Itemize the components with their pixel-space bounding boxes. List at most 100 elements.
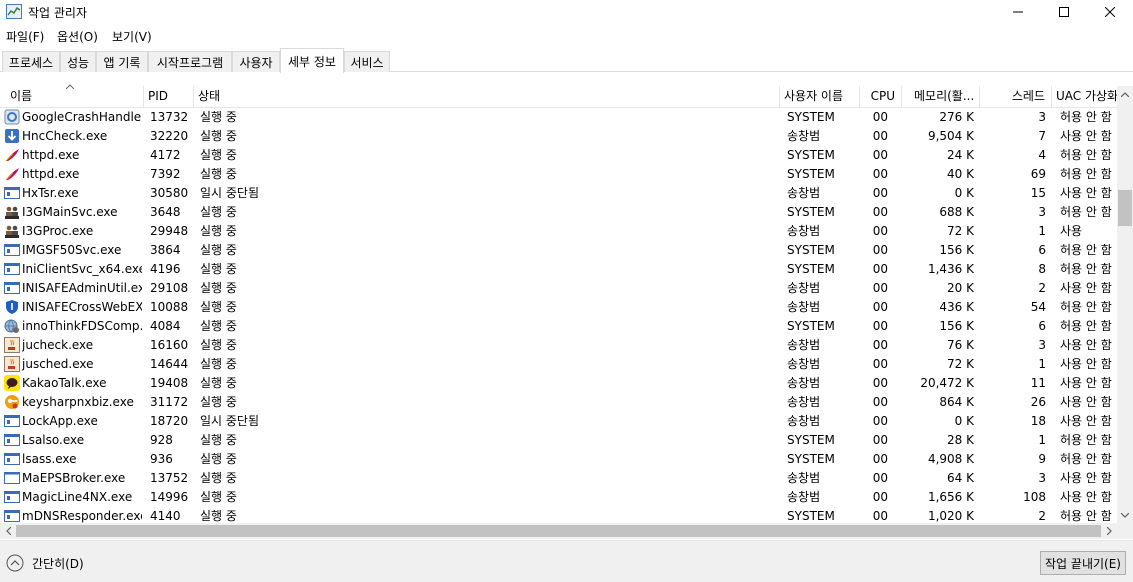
fewer-details-button[interactable]: 간단히(D) [6,554,84,572]
fewer-details-label: 간단히(D) [32,556,84,571]
process-memory: 0 K [954,186,974,200]
scroll-up-button[interactable] [1117,86,1133,102]
process-pid: 19408 [150,376,189,390]
process-name: KakaoTalk.exe [22,376,107,390]
tab-users[interactable]: 사용자 [232,51,280,72]
process-pid: 30580 [150,186,189,200]
globe-gear-icon [4,318,20,334]
process-cpu: 00 [872,281,888,295]
column-pid[interactable]: PID [144,86,194,108]
column-name[interactable]: 이름 [0,86,144,108]
table-row[interactable]: I3GMainSvc.exe 3648 실행 중 SYSTEM 00 688 K… [0,203,1117,222]
tab-services[interactable]: 서비스 [344,51,390,72]
table-row[interactable]: MaEPSBroker.exe 13752 실행 중 송창범 00 64 K 3… [0,469,1117,488]
table-row[interactable]: LockApp.exe 18720 일시 중단됨 송창범 00 0 K 18 사… [0,412,1117,431]
maximize-button[interactable] [1041,0,1087,24]
table-row[interactable]: keysharpnxbiz.exe 31172 실행 중 송창범 00 864 … [0,393,1117,412]
process-memory: 0 K [954,414,974,428]
vertical-scrollbar[interactable] [1117,86,1133,523]
process-status: 실행 중 [200,452,237,466]
process-pid: 14996 [150,490,189,504]
column-threads[interactable]: 스레드 [980,86,1052,108]
process-pid: 29108 [150,281,189,295]
table-row[interactable]: Lsalso.exe 928 실행 중 SYSTEM 00 28 K 1 허용 … [0,431,1117,450]
column-status[interactable]: 상태 [194,86,780,108]
process-threads: 9 [1038,452,1046,466]
process-cpu: 00 [872,167,888,181]
process-status: 실행 중 [200,319,237,333]
table-row[interactable]: INISAFEAdminUtil.exe 29108 실행 중 송창범 00 2… [0,279,1117,298]
column-memory[interactable]: 메모리(활... [902,86,980,108]
process-user: SYSTEM [787,243,835,257]
tab-processes[interactable]: 프로세스 [2,51,60,72]
process-memory: 72 K [947,224,974,238]
table-row[interactable]: MagicLine4NX.exe 14996 실행 중 송창범 00 1,656… [0,488,1117,507]
process-user: 송창범 [787,338,821,352]
process-memory: 72 K [947,357,974,371]
process-name: MaEPSBroker.exe [22,471,126,485]
task-manager-icon [6,4,22,19]
minimize-button[interactable] [995,0,1041,24]
process-cpu: 00 [872,395,888,409]
process-uac: 허용 안 함 [1060,110,1112,124]
title-bar: 작업 관리자 [0,0,1133,24]
process-threads: 26 [1030,395,1046,409]
column-cpu[interactable]: CPU [860,86,902,108]
process-status: 실행 중 [200,281,237,295]
process-pid: 4140 [150,509,181,523]
tab-details[interactable]: 세부 정보 [280,48,344,73]
close-icon [1105,7,1115,17]
table-row[interactable]: lsass.exe 936 실행 중 SYSTEM 00 4,908 K 9 허… [0,450,1117,469]
app-window-icon [4,413,20,429]
table-row[interactable]: IMGSF50Svc.exe 3864 실행 중 SYSTEM 00 156 K… [0,241,1117,260]
menu-options[interactable]: 옵션(O) [57,28,98,45]
table-row[interactable]: HncCheck.exe 32220 실행 중 송창범 00 9,504 K 7… [0,127,1117,146]
tab-startup[interactable]: 시작프로그램 [148,51,232,72]
process-memory: 64 K [947,471,974,485]
process-memory: 688 K [939,205,974,219]
close-button[interactable] [1087,0,1133,24]
table-row[interactable]: jucheck.exe 16160 실행 중 송창범 00 76 K 3 사용 … [0,336,1117,355]
process-uac: 사용 [1060,224,1083,238]
process-list: GoogleCrashHandler... 13732 실행 중 SYSTEM … [0,108,1117,523]
menu-file[interactable]: 파일(F) [6,28,44,45]
process-uac: 사용 안 함 [1060,338,1112,352]
table-row[interactable]: HxTsr.exe 30580 일시 중단됨 송창범 00 0 K 15 사용 … [0,184,1117,203]
scroll-right-button[interactable] [1101,523,1117,539]
keysharp-icon [4,394,20,410]
process-status: 실행 중 [200,509,237,523]
app-window-icon [4,185,20,201]
column-uac[interactable]: UAC 가상화 [1052,86,1117,108]
shield-icon [4,299,20,315]
i3g-people-icon [4,204,20,220]
process-pid: 13752 [150,471,189,485]
scroll-left-button[interactable] [0,523,16,539]
tab-app-history[interactable]: 앱 기록 [96,51,148,72]
end-task-button[interactable]: 작업 끝내기(E) [1040,551,1126,575]
table-row[interactable]: KakaoTalk.exe 19408 실행 중 송창범 00 20,472 K… [0,374,1117,393]
process-user: SYSTEM [787,319,835,333]
table-row[interactable]: httpd.exe 7392 실행 중 SYSTEM 00 40 K 69 허용… [0,165,1117,184]
tab-performance[interactable]: 성능 [60,51,96,72]
process-user: 송창범 [787,281,821,295]
process-name: I3GMainSvc.exe [22,205,118,219]
process-cpu: 00 [872,300,888,314]
table-row[interactable]: jusched.exe 14644 실행 중 송창범 00 72 K 1 사용 … [0,355,1117,374]
horizontal-scroll-thumb[interactable] [16,525,1101,537]
table-row[interactable]: GoogleCrashHandler... 13732 실행 중 SYSTEM … [0,108,1117,127]
vertical-scroll-thumb[interactable] [1118,190,1132,226]
process-cpu: 00 [872,509,888,523]
process-uac: 사용 안 함 [1060,376,1112,390]
chevron-right-icon [1106,527,1112,535]
menu-view[interactable]: 보기(V) [112,28,152,45]
table-row[interactable]: mDNSResponder.exe 4140 실행 중 SYSTEM 00 1,… [0,507,1117,523]
table-row[interactable]: httpd.exe 4172 실행 중 SYSTEM 00 24 K 4 허용 … [0,146,1117,165]
column-username[interactable]: 사용자 이름 [780,86,860,108]
table-row[interactable]: INISAFECrossWebEX... 10088 실행 중 송창범 00 4… [0,298,1117,317]
scroll-down-button[interactable] [1117,507,1133,523]
table-row[interactable]: IniClientSvc_x64.exe 4196 실행 중 SYSTEM 00… [0,260,1117,279]
table-row[interactable]: innoThinkFDSComp... 4084 실행 중 SYSTEM 00 … [0,317,1117,336]
process-uac: 허용 안 함 [1060,300,1112,314]
process-name: httpd.exe [22,167,80,181]
table-row[interactable]: I3GProc.exe 29948 실행 중 송창범 00 72 K 1 사용 [0,222,1117,241]
